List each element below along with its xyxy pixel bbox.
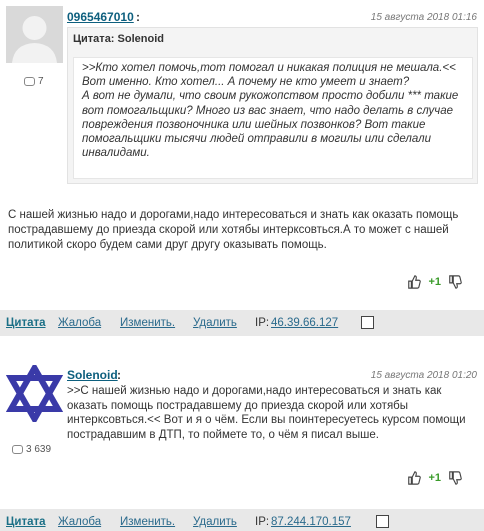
post-divider bbox=[0, 336, 484, 356]
score: +1 bbox=[428, 275, 441, 288]
star-of-david-avatar-icon[interactable] bbox=[5, 361, 64, 426]
delete-button[interactable]: Удалить bbox=[193, 317, 237, 329]
author-colon: : bbox=[117, 368, 121, 382]
complaint-button[interactable]: Жалоба bbox=[58, 317, 101, 329]
quote-button[interactable]: Цитата bbox=[6, 516, 46, 528]
thumbs-down-icon[interactable] bbox=[448, 275, 462, 289]
post-count-value: 7 bbox=[38, 76, 44, 87]
select-checkbox[interactable] bbox=[361, 316, 374, 329]
edit-button[interactable]: Изменить. bbox=[120, 516, 175, 528]
complaint-button[interactable]: Жалоба bbox=[58, 516, 101, 528]
post-date: 15 августа 2018 01:20 bbox=[370, 370, 477, 381]
select-checkbox[interactable] bbox=[376, 515, 389, 528]
quote-title: Цитата: Solenoid bbox=[73, 33, 164, 45]
post-2-avatar-col bbox=[5, 361, 64, 426]
quote-button[interactable]: Цитата bbox=[6, 317, 46, 329]
vote-bar: +1 bbox=[407, 470, 462, 485]
post-count: 3 639 bbox=[12, 444, 51, 455]
ip-address-link[interactable]: 87.244.170.157 bbox=[271, 516, 351, 528]
post-1: 7 0965467010: 15 августа 2018 01:16 Цита… bbox=[0, 0, 484, 336]
post-count-value: 3 639 bbox=[26, 444, 52, 455]
post-body: >>С нашей жизнью надо и дорогами,надо ин… bbox=[67, 385, 466, 441]
thumbs-up-icon[interactable] bbox=[407, 275, 422, 289]
comment-bubble-icon bbox=[12, 444, 23, 454]
post-body: С нашей жизнью надо и дорогами,надо инте… bbox=[8, 209, 459, 251]
score: +1 bbox=[428, 471, 441, 484]
author-link[interactable]: Solenoid bbox=[67, 368, 118, 382]
ip-label: IP: bbox=[255, 317, 270, 329]
vote-bar: +1 bbox=[407, 274, 462, 289]
post-toolbar: Цитата Жалоба Изменить. Удалить IP: 46.3… bbox=[0, 310, 484, 336]
post-toolbar: Цитата Жалоба Изменить. Удалить IP: 87.2… bbox=[0, 509, 484, 531]
author-link[interactable]: 0965467010 bbox=[67, 10, 134, 24]
edit-button[interactable]: Изменить. bbox=[120, 317, 175, 329]
post-date: 15 августа 2018 01:16 bbox=[370, 12, 477, 23]
ip-label: IP: bbox=[255, 516, 270, 528]
quote-text: >>Кто хотел помочь,тот помогал и никакая… bbox=[82, 62, 459, 160]
comment-bubble-icon bbox=[24, 76, 35, 86]
quote-content: >>Кто хотел помочь,тот помогал и никакая… bbox=[73, 57, 473, 179]
thumbs-down-icon[interactable] bbox=[448, 471, 462, 485]
quote-box: Цитата: Solenoid >>Кто хотел помочь,тот … bbox=[67, 27, 478, 184]
post-count: 7 bbox=[24, 76, 44, 87]
default-avatar-icon[interactable] bbox=[6, 6, 63, 63]
post-2: 3 639 Solenoid: 15 августа 2018 01:20 >>… bbox=[0, 356, 484, 531]
thumbs-up-icon[interactable] bbox=[407, 471, 422, 485]
ip-address-link[interactable]: 46.39.66.127 bbox=[271, 317, 338, 329]
delete-button[interactable]: Удалить bbox=[193, 516, 237, 528]
author-colon: : bbox=[136, 10, 140, 24]
post-1-avatar-col bbox=[6, 6, 63, 66]
